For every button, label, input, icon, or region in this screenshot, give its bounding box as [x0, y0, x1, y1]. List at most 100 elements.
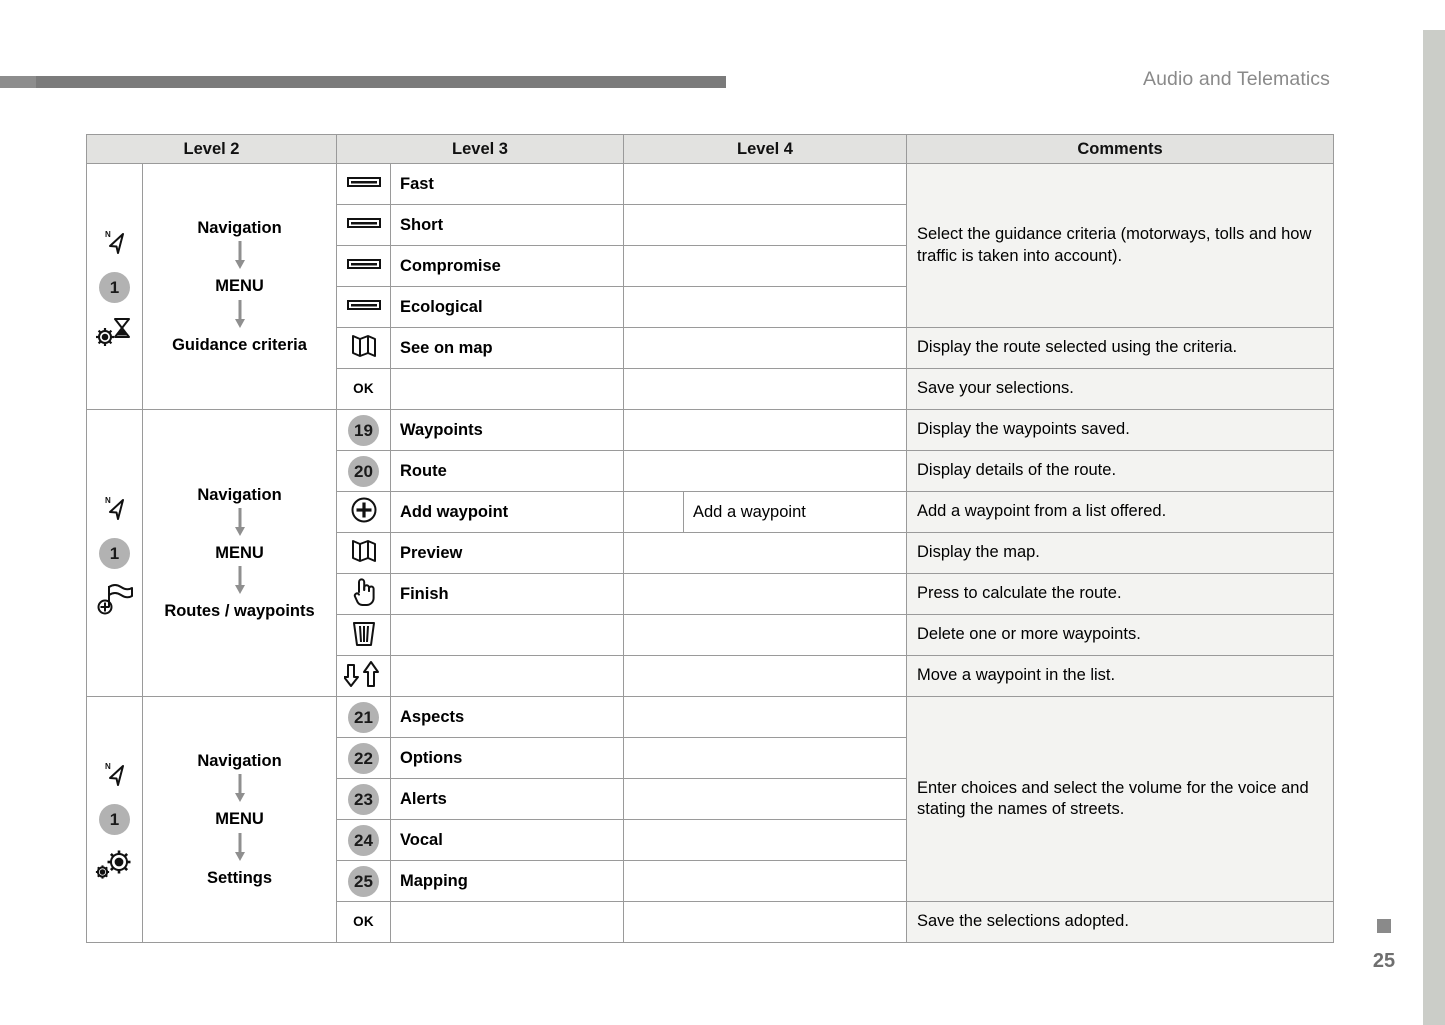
comment-cell: Display details of the route.	[906, 450, 1334, 492]
badge-19: 19	[348, 414, 379, 446]
comment-cell: Save your selections.	[906, 368, 1334, 410]
level3-empty	[390, 901, 624, 943]
icon-cell[interactable]	[336, 204, 391, 246]
icon-cell[interactable]	[336, 245, 391, 287]
level3-label[interactable]: Aspects	[390, 696, 624, 738]
group-icons-settings: N 1	[86, 696, 143, 943]
icon-cell[interactable]	[336, 286, 391, 328]
flow-step: MENU	[215, 543, 264, 562]
comment-cell: Add a waypoint from a list offered.	[906, 491, 1334, 533]
level4-spacer	[623, 491, 684, 533]
level4-empty	[623, 573, 907, 615]
flow-step: MENU	[215, 810, 264, 829]
page-title: Audio and Telematics	[1142, 68, 1330, 90]
map-fold-icon	[350, 536, 378, 566]
page-number: 25	[1372, 950, 1396, 972]
icon-cell[interactable]: 24	[336, 819, 391, 861]
header-rule-cap	[0, 76, 36, 88]
level3-label[interactable]: Waypoints	[390, 409, 624, 451]
level3-label[interactable]: Fast	[390, 163, 624, 205]
icon-cell[interactable]	[336, 163, 391, 205]
pointing-hand-icon	[350, 576, 378, 608]
level3-label[interactable]: Vocal	[390, 819, 624, 861]
comment-cell: Display the map.	[906, 532, 1334, 574]
comment-cell: Delete one or more waypoints.	[906, 614, 1334, 656]
table-row: N 1	[86, 696, 1334, 943]
down-arrow-icon	[232, 831, 248, 867]
icon-cell[interactable]	[336, 491, 391, 533]
icon-cell[interactable]: 20	[336, 450, 391, 492]
table-row: N 1	[86, 409, 1334, 697]
flow-step: Navigation	[197, 219, 282, 238]
level2-flow-routes: Navigation MENU Routes / waypoints	[142, 409, 337, 697]
icon-cell[interactable]: 19	[336, 409, 391, 451]
icon-cell[interactable]: 22	[336, 737, 391, 779]
level4-empty	[623, 245, 907, 287]
flow-step: Guidance criteria	[172, 335, 307, 354]
icon-cell[interactable]: 21	[336, 696, 391, 738]
level3-label[interactable]: See on map	[390, 327, 624, 369]
comment-cell: Move a waypoint in the list.	[906, 655, 1334, 697]
column-header-level3: Level 3	[336, 134, 624, 164]
level3-label[interactable]: Alerts	[390, 778, 624, 820]
level2-flow-settings: Navigation MENU Settings	[142, 696, 337, 943]
ok-icon: OK	[353, 914, 374, 929]
comment-cell: Display the waypoints saved.	[906, 409, 1334, 451]
slider-bar-icon	[346, 174, 382, 190]
level4-empty	[623, 532, 907, 574]
badge-21: 21	[348, 701, 379, 733]
slider-bar-icon	[346, 256, 382, 272]
icon-cell[interactable]: OK	[336, 368, 391, 410]
icon-cell[interactable]: OK	[336, 901, 391, 943]
column-header-level4: Level 4	[623, 134, 907, 164]
comment-merged-guidance: Select the guidance criteria (motorways,…	[906, 163, 1334, 328]
icon-cell[interactable]: 25	[336, 860, 391, 902]
comment-cell: Press to calculate the route.	[906, 573, 1334, 615]
level3-label[interactable]: Route	[390, 450, 624, 492]
svg-text:N: N	[105, 230, 111, 239]
group-icons-routes: N 1	[86, 409, 143, 697]
level3-label[interactable]: Options	[390, 737, 624, 779]
level3-empty	[390, 655, 624, 697]
badge-24: 24	[348, 824, 379, 856]
navigation-north-arrow-icon: N	[98, 758, 132, 792]
move-updown-icon	[342, 659, 384, 689]
level4-empty	[623, 819, 907, 861]
level3-label[interactable]: Compromise	[390, 245, 624, 287]
comment-cell: Save the selections adopted.	[906, 901, 1334, 943]
flow-step: Navigation	[197, 752, 282, 771]
column-header-comments: Comments	[906, 134, 1334, 164]
column-header-level2: Level 2	[86, 134, 337, 164]
icon-cell[interactable]	[336, 532, 391, 574]
svg-text:N: N	[105, 762, 111, 771]
gear-hourglass-icon	[95, 315, 135, 347]
level3-label[interactable]: Short	[390, 204, 624, 246]
menu-structure-table: Level 2 Level 3 Level 4 Comments N 1 Nav…	[86, 134, 1334, 943]
level3-label[interactable]: Ecological	[390, 286, 624, 328]
level4-empty	[623, 327, 907, 369]
navigation-north-arrow-icon: N	[98, 226, 132, 260]
navigation-north-arrow-icon: N	[98, 492, 132, 526]
icon-cell[interactable]	[336, 573, 391, 615]
icon-cell[interactable]	[336, 655, 391, 697]
level4-empty	[623, 696, 907, 738]
level3-label[interactable]: Preview	[390, 532, 624, 574]
icon-cell[interactable]	[336, 327, 391, 369]
level4-empty	[623, 737, 907, 779]
slider-bar-icon	[346, 215, 382, 231]
level3-label[interactable]: Finish	[390, 573, 624, 615]
level3-empty	[390, 614, 624, 656]
icon-cell[interactable]: 23	[336, 778, 391, 820]
level4-empty	[623, 860, 907, 902]
level3-label[interactable]: Add waypoint	[390, 491, 624, 533]
ok-icon: OK	[353, 381, 374, 396]
level4-label[interactable]: Add a waypoint	[683, 491, 907, 533]
flow-step: Settings	[206, 868, 273, 887]
level4-empty	[623, 901, 907, 943]
icon-cell[interactable]	[336, 614, 391, 656]
badge-25: 25	[348, 865, 379, 897]
badge-22: 22	[348, 742, 379, 774]
level2-flow-guidance: Navigation MENU Guidance criteria	[142, 163, 337, 410]
level3-label[interactable]: Mapping	[390, 860, 624, 902]
level4-empty	[623, 450, 907, 492]
